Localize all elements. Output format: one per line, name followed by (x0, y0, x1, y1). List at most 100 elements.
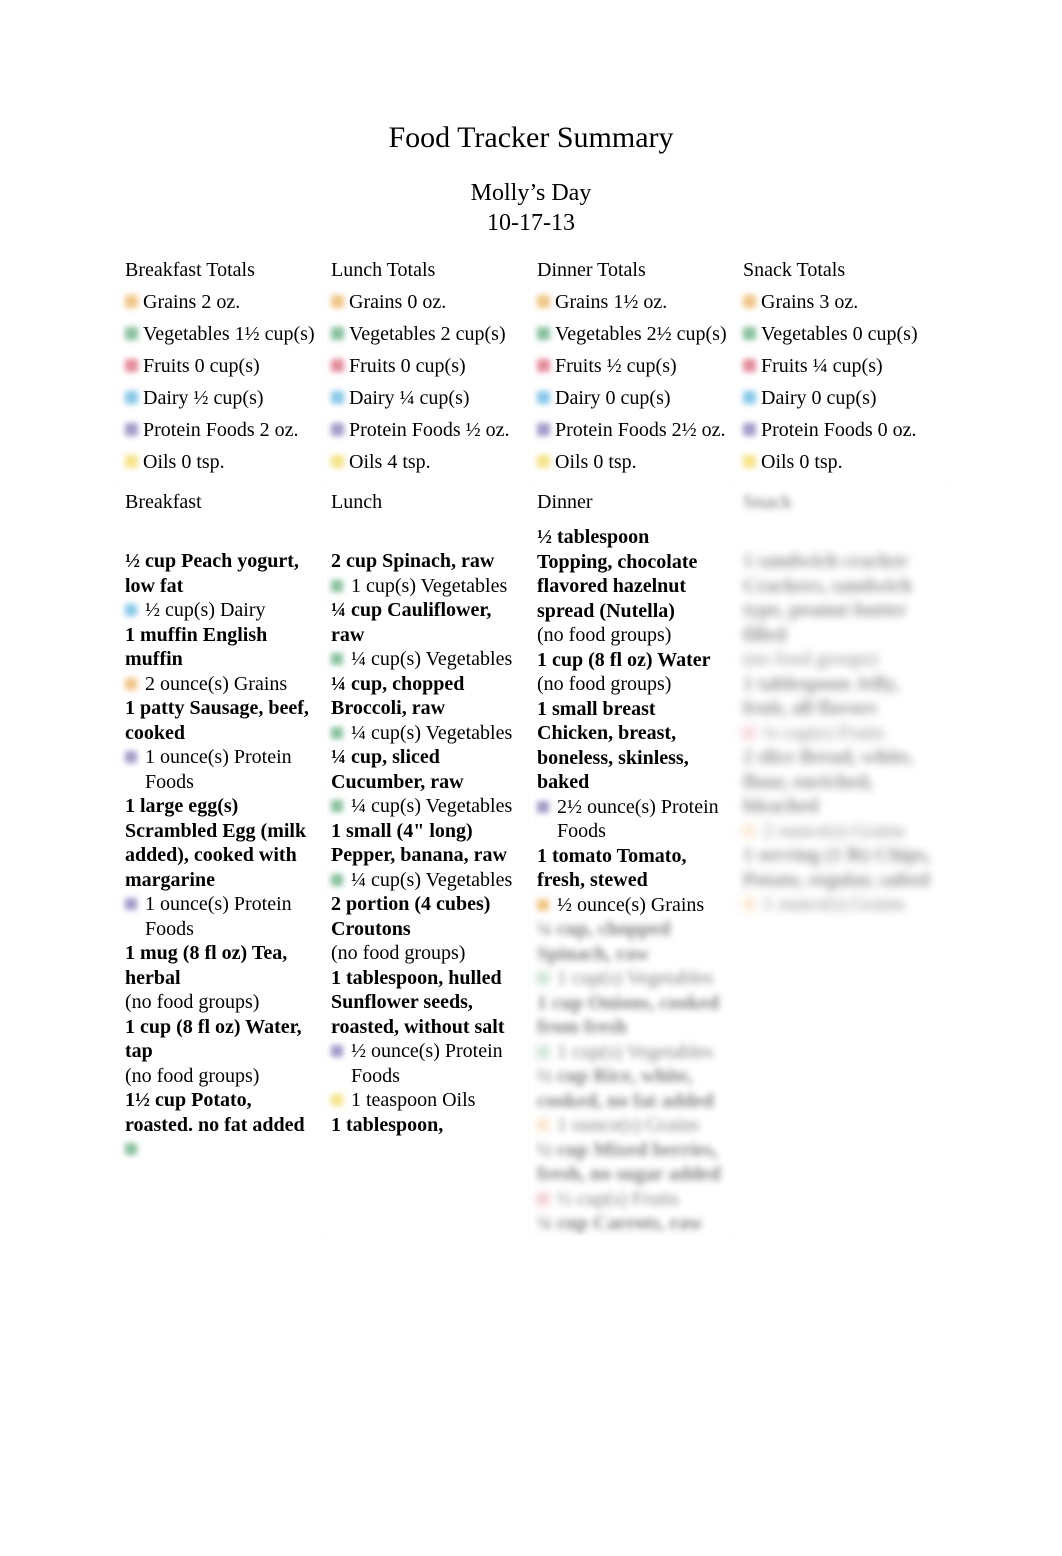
total-row-label: Oils 0 tsp. (761, 451, 843, 473)
totals-cell-lunch: Lunch Totals Grains 0 oz. Vegetables 2 cup… (322, 247, 529, 481)
total-row-fruits: Fruits ½ cup(s) (537, 350, 726, 382)
fruits-swatch-icon (125, 359, 138, 372)
totals-heading-snack: Snack Totals (743, 259, 846, 281)
grains-swatch-icon (743, 824, 755, 837)
total-row-label: Dairy ¼ cup(s) (349, 387, 470, 409)
vegetables-swatch-icon (743, 327, 756, 340)
grains-swatch-icon (537, 1119, 549, 1131)
food-item-name: 1 patty Sausage, beef, cooked (125, 697, 309, 744)
totals-cell-breakfast: Breakfast Totals Grains 2 oz. Vegetables 1… (116, 247, 323, 481)
food-item: 1½ cup Potato, roasted. no fat added (125, 1088, 314, 1155)
food-item: ¼ cup Cauliflower, raw ¼ cup(s) Vegetable… (331, 598, 520, 672)
food-item-name: ½ cup Peach yogurt, low fat (125, 550, 299, 597)
total-row-label: Protein Foods 2 oz. (143, 419, 299, 441)
detail-heading-lunch: Lunch (331, 491, 383, 513)
food-item-group: 2 ounce(s) Grains (743, 819, 940, 844)
food-item-amount: ¼ cup(s) Vegetables (351, 868, 513, 891)
vegetables-swatch-icon (331, 653, 343, 665)
total-row-label: Fruits ½ cup(s) (555, 355, 677, 377)
food-item-name: ½ cup Mixed berries, fresh, no sugar add… (537, 1138, 721, 1186)
detail-cell-lunch: Lunch 2 cup Spinach, raw 1 cup(s) Vegetabl… (322, 480, 529, 1236)
food-tracker-table: Breakfast Totals Grains 2 oz. Vegetables 1… (116, 247, 949, 1236)
total-row-label: Oils 0 tsp. (555, 451, 637, 473)
food-item-amount: ½ cup(s) Dairy (145, 599, 266, 621)
total-row-vegetables: Vegetables 1½ cup(s) (125, 318, 315, 350)
total-row-vegetables: Vegetables 0 cup(s) (743, 318, 940, 350)
food-item-amount: 1 ounce(s) Protein Foods (145, 893, 292, 940)
total-row-label: Fruits 0 cup(s) (349, 355, 466, 377)
protein-swatch-icon (537, 800, 549, 813)
food-item-group: 1 teaspoon Oils (331, 1088, 520, 1113)
food-item-name: 2 portion (4 cubes) Croutons (331, 893, 491, 940)
total-row-grains: Grains 1½ oz. (537, 286, 726, 318)
fruits-swatch-icon (331, 359, 344, 372)
total-row-label: Grains 3 oz. (761, 291, 859, 313)
grains-swatch-icon (125, 295, 138, 308)
total-row-label: Protein Foods 2½ oz. (555, 419, 726, 441)
food-item-amount: ¼ cup(s) Vegetables (351, 648, 513, 670)
food-item-name: 1 cup (8 fl oz) Water (537, 648, 711, 671)
food-item-amount: 1 cup(s) Vegetables (351, 574, 508, 597)
protein-swatch-icon (125, 751, 137, 763)
fruits-swatch-icon (743, 359, 756, 372)
fruits-swatch-icon (537, 1192, 549, 1205)
food-item: ½ tablespoon Topping, chocolate flavored… (537, 525, 726, 648)
total-row-label: Grains 2 oz. (143, 291, 241, 313)
oils-swatch-icon (537, 455, 550, 468)
food-item-no-groups: (no food groups) (125, 991, 260, 1013)
food-item-amount: ½ ounce(s) Grains (557, 893, 705, 916)
total-row-grains: Grains 3 oz. (743, 286, 940, 318)
food-item-name: ¼ cup, chopped Broccoli, raw (331, 672, 465, 720)
food-item-name: ½ cup Rice, white, cooked, no fat added (537, 1065, 714, 1112)
food-item-group: 1 ounce(s) Protein Foods (125, 892, 314, 941)
dairy-swatch-icon (743, 391, 756, 404)
protein-swatch-icon (331, 1045, 343, 1057)
food-item: ¼ cup, chopped Spinach, raw 1 cup(s) Vege… (537, 917, 726, 991)
food-item: ¼ cup Carrots, raw¼ cup(s) Vegetables (537, 1211, 726, 1235)
protein-swatch-icon (331, 423, 344, 436)
total-row-protein: Protein Foods 0 oz. (743, 414, 940, 446)
total-row-label: Fruits 0 cup(s) (143, 355, 260, 377)
total-row-label: Dairy ½ cup(s) (143, 387, 264, 409)
food-item-name: ½ tablespoon Topping, chocolate flavored… (537, 526, 698, 622)
food-item-no-groups: (no food groups) (743, 648, 878, 670)
food-item: 1 cup (8 fl oz) Water, tap (no food group… (125, 1015, 314, 1089)
total-row-dairy: Dairy 0 cup(s) (537, 382, 726, 414)
detail-heading-dinner: Dinner (537, 491, 593, 513)
total-row-label: Vegetables 2½ cup(s) (555, 323, 727, 345)
food-item-amount: ½ ounce(s) Protein Foods (351, 1040, 503, 1087)
grains-swatch-icon (743, 295, 756, 308)
food-item-no-groups: (no food groups) (537, 624, 672, 646)
total-row-label: Fruits ¼ cup(s) (761, 355, 883, 377)
total-row-fruits: Fruits 0 cup(s) (331, 350, 520, 382)
food-item-amount: 1 teaspoon Oils (351, 1089, 476, 1111)
total-row-label: Dairy 0 cup(s) (761, 387, 877, 409)
detail-cell-breakfast: Breakfast ½ cup Peach yogurt, low fat ½ cu… (116, 480, 323, 1236)
food-item-amount: 2½ ounce(s) Protein Foods (557, 795, 719, 843)
food-item-name: 1 tablespoon Jelly, fruit, all flavors (743, 672, 900, 720)
total-row-oils: Oils 0 tsp. (537, 446, 726, 478)
dairy-swatch-icon (537, 391, 550, 404)
totals-cell-snack: Snack Totals Grains 3 oz. Vegetables 0 cup… (734, 247, 949, 481)
food-item-group: 2½ ounce(s) Protein Foods (537, 795, 726, 844)
total-row-vegetables: Vegetables 2½ cup(s) (537, 318, 727, 350)
food-item: 2 portion (4 cubes) Croutons (no food gro… (331, 892, 520, 966)
food-item-name: 1 cup (8 fl oz) Water, tap (125, 1015, 302, 1063)
vegetables-swatch-icon (331, 800, 343, 812)
detail-heading-snack: Snack (743, 491, 792, 513)
food-item-name: 1 muffin English muffin (125, 623, 268, 671)
total-row-label: Protein Foods 0 oz. (761, 419, 917, 441)
food-item: 1 patty Sausage, beef, cooked 1 ounce(s) … (125, 696, 314, 794)
food-item-name: 1 tomato Tomato, fresh, stewed (537, 844, 687, 892)
food-item-name: 1 serving (1 lb) Chips, Potato, regular,… (743, 844, 931, 891)
food-item: 1 muffin English muffin 2 ounce(s) Grains (125, 623, 314, 697)
food-item: ½ cup Rice, white, cooked, no fat added 1… (537, 1064, 726, 1138)
food-item-group: 1 ounce(s) Grains (743, 892, 940, 917)
food-item-amount: 2 ounce(s) Grains (763, 819, 906, 842)
food-item-name: 2 cup Spinach, raw (331, 550, 495, 572)
page-title: Food Tracker Summary (388, 121, 674, 154)
food-item-amount: 1 ounce(s) Protein Foods (145, 746, 292, 793)
food-item-group: ½ cup(s) Dairy (125, 598, 314, 623)
total-row-oils: Oils 0 tsp. (743, 446, 940, 478)
